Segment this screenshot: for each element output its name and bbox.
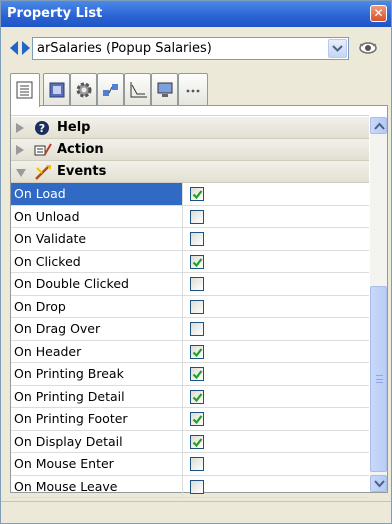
checkmark-icon	[192, 257, 203, 267]
event-checkbox[interactable]	[190, 299, 204, 314]
more-icon	[186, 89, 200, 93]
group-events[interactable]: Events	[11, 161, 369, 183]
event-checkbox[interactable]	[190, 277, 204, 291]
help-icon: ?	[35, 121, 49, 135]
tab-more[interactable]	[178, 73, 208, 105]
collapse-arrow-icon[interactable]	[16, 169, 26, 177]
data-icon	[103, 84, 118, 96]
scroll-thumb[interactable]	[370, 286, 387, 472]
event-name: On Printing Footer	[11, 408, 183, 430]
close-button[interactable]: ✕	[370, 5, 387, 22]
eye-icon[interactable]	[357, 40, 379, 56]
events-icon	[35, 165, 51, 180]
property-panel: ? Help Action Events On Load On Unload O…	[10, 106, 388, 498]
tab-data[interactable]	[97, 73, 124, 105]
event-checkbox[interactable]	[190, 479, 204, 494]
checkmark-icon	[192, 415, 203, 425]
expand-arrow-icon[interactable]	[16, 123, 24, 133]
group-label: Help	[57, 120, 91, 135]
event-name: On Unload	[11, 205, 183, 228]
monitor-icon	[157, 82, 173, 97]
event-row[interactable]: On Drag Over	[11, 318, 369, 341]
group-action[interactable]: Action	[11, 139, 369, 161]
status-strip	[1, 501, 391, 523]
group-label: Action	[57, 142, 104, 157]
event-checkbox[interactable]	[190, 254, 204, 269]
event-row[interactable]: On Validate	[11, 228, 369, 251]
tab-display[interactable]	[151, 73, 178, 105]
checkmark-icon	[192, 437, 203, 447]
event-checkbox[interactable]	[190, 457, 204, 471]
event-name: On Validate	[11, 228, 183, 250]
event-row[interactable]: On Mouse Leave	[11, 475, 369, 498]
event-row[interactable]: On Printing Footer	[11, 408, 369, 431]
svg-text:?: ?	[39, 122, 45, 135]
event-checkbox[interactable]	[190, 344, 204, 359]
event-checkbox[interactable]	[190, 232, 204, 246]
object-selector-row: arSalaries (Popup Salaries)	[1, 33, 391, 65]
event-checkbox[interactable]	[190, 187, 204, 201]
window-title: Property List	[7, 6, 103, 21]
event-name: On Load	[11, 183, 183, 205]
group-help[interactable]: ? Help	[11, 117, 369, 139]
vertical-scrollbar[interactable]	[370, 117, 387, 492]
tab-chart[interactable]	[124, 73, 151, 105]
event-row[interactable]: On Unload	[11, 205, 369, 228]
event-checkbox[interactable]	[190, 434, 204, 449]
group-label: Events	[57, 164, 107, 179]
event-checkbox[interactable]	[190, 412, 204, 426]
property-rows: ? Help Action Events On Load On Unload O…	[11, 117, 369, 498]
gear-icon	[76, 82, 92, 98]
scroll-up-button[interactable]	[370, 117, 387, 134]
event-name: On Double Clicked	[11, 273, 183, 295]
selected-object: arSalaries (Popup Salaries)	[37, 41, 212, 56]
object-selector-dropdown[interactable]: arSalaries (Popup Salaries)	[32, 37, 349, 60]
chevron-down-icon	[332, 45, 343, 52]
event-row[interactable]: On Mouse Enter	[11, 453, 369, 476]
navigate-arrows-icon[interactable]	[10, 40, 30, 56]
checkmark-icon	[192, 347, 203, 357]
checkmark-icon	[192, 190, 203, 200]
event-checkbox[interactable]	[190, 389, 204, 404]
tab-format[interactable]	[43, 73, 70, 105]
event-row[interactable]: On Header	[11, 340, 369, 363]
title-bar[interactable]: Property List ✕	[1, 1, 391, 27]
event-name: On Display Detail	[11, 430, 183, 453]
property-list-window: Property List ✕ arSalaries (Popup Salari…	[0, 0, 392, 524]
chevron-down-icon	[374, 480, 385, 488]
event-name: On Clicked	[11, 250, 183, 273]
chevron-up-icon	[374, 122, 385, 130]
grip-icon	[376, 375, 383, 383]
event-name: On Printing Break	[11, 363, 183, 385]
action-icon	[34, 143, 52, 156]
event-name: On Mouse Leave	[11, 475, 183, 498]
checkmark-icon	[192, 370, 203, 380]
dropdown-button[interactable]	[328, 39, 347, 58]
chart-icon	[130, 82, 147, 98]
event-name: On Drag Over	[11, 318, 183, 340]
event-name: On Drop	[11, 295, 183, 318]
event-row[interactable]: On Drop	[11, 295, 369, 318]
list-icon	[16, 81, 33, 99]
scroll-down-button[interactable]	[370, 475, 387, 492]
format-icon	[49, 82, 65, 98]
close-icon: ✕	[373, 6, 384, 20]
event-row[interactable]: On Printing Detail	[11, 385, 369, 408]
event-name: On Header	[11, 340, 183, 363]
event-checkbox[interactable]	[190, 209, 204, 224]
panel-top-strip	[11, 106, 369, 116]
event-checkbox[interactable]	[190, 367, 204, 381]
event-row[interactable]: On Double Clicked	[11, 273, 369, 296]
tab-list[interactable]	[10, 73, 40, 107]
tab-settings[interactable]	[70, 73, 97, 105]
event-row[interactable]: On Display Detail	[11, 430, 369, 453]
event-name: On Printing Detail	[11, 385, 183, 408]
event-row[interactable]: On Clicked	[11, 250, 369, 273]
checkmark-icon	[192, 392, 203, 402]
event-name: On Mouse Enter	[11, 453, 183, 475]
event-row[interactable]: On Printing Break	[11, 363, 369, 386]
event-row[interactable]: On Load	[11, 183, 369, 206]
expand-arrow-icon[interactable]	[16, 145, 24, 155]
event-checkbox[interactable]	[190, 322, 204, 336]
